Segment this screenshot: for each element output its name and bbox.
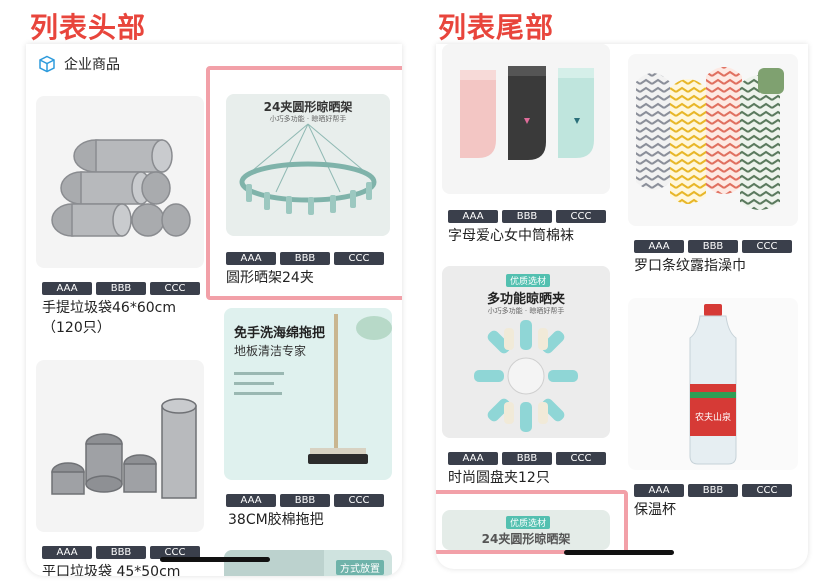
product-image-socks	[442, 44, 610, 194]
tag-row: AAA BBB CCC	[448, 210, 606, 223]
product-title: 38CM胶棉拖把	[228, 512, 324, 528]
tag: CCC	[556, 210, 606, 223]
phone-list-bottom[interactable]: AAA BBB CCC 字母爱心女中筒棉袜 AAA BBB CCC 罗口条纹露指…	[436, 44, 808, 569]
tag-row: AAA BBB CCC	[448, 452, 606, 465]
list-header-label: 列表头部	[30, 11, 147, 44]
bottle-label: 农夫山泉	[695, 411, 731, 423]
product-image-mop: 免手洗海绵拖把 地板清洁专家	[224, 308, 392, 480]
tag: CCC	[334, 494, 384, 507]
tag-row: AAA BBB CCC	[634, 484, 792, 497]
product-card[interactable]: AAA BBB CCC 字母爱心女中筒棉袜	[442, 44, 614, 254]
product-image-water-bottle: 农夫山泉	[628, 298, 798, 470]
product-card[interactable]: AAA BBB CCC 平口垃圾袋 45*50cm	[36, 360, 204, 576]
product-card[interactable]: AAA BBB CCC 罗口条纹露指澡巾	[628, 54, 800, 280]
tag: AAA	[42, 282, 92, 295]
tag: CCC	[334, 252, 384, 265]
tag: BBB	[502, 210, 552, 223]
tag: BBB	[96, 546, 146, 559]
tag: BBB	[280, 494, 330, 507]
product-card[interactable]: 优质选材 多功能晾晒夹 小巧多功能 · 晾晒好帮手 AAA BBB CCC 时尚…	[442, 266, 614, 492]
tag: AAA	[42, 546, 92, 559]
image-caption: 方式放置	[336, 560, 384, 575]
tag: CCC	[150, 282, 200, 295]
category-header: 企业商品	[38, 54, 120, 74]
product-title: 字母爱心女中筒棉袜	[448, 228, 574, 244]
product-title: 罗口条纹露指澡巾	[634, 258, 746, 274]
list-footer-label: 列表尾部	[438, 11, 555, 44]
product-card[interactable]: 免手洗海绵拖把 地板清洁专家 AAA BBB CCC 38CM胶棉拖把	[224, 308, 394, 538]
product-title: 保温杯	[634, 502, 676, 518]
home-indicator[interactable]	[160, 557, 270, 562]
category-title: 企业商品	[64, 57, 120, 73]
tag: AAA	[634, 484, 684, 497]
product-title: 时尚圆盘夹12只	[448, 470, 550, 486]
phone-list-top[interactable]: 企业商品 AAA BBB CCC 手提垃圾袋46*60cm（120只） 24夹圆…	[26, 44, 402, 576]
product-card[interactable]: 优质选材 24夹圆形晾晒架	[442, 510, 612, 550]
tag: CCC	[742, 484, 792, 497]
product-card[interactable]: 农夫山泉 AAA BBB CCC 保温杯	[628, 298, 800, 524]
product-card[interactable]: 方式放置	[224, 550, 392, 576]
tag: BBB	[688, 240, 738, 253]
tag: AAA	[226, 252, 276, 265]
tag-row: AAA BBB CCC	[226, 252, 384, 265]
tag: CCC	[742, 240, 792, 253]
tag-row: AAA BBB CCC	[42, 282, 200, 295]
product-image-partial: 优质选材 24夹圆形晾晒架	[442, 510, 610, 550]
tag: BBB	[280, 252, 330, 265]
tag: AAA	[226, 494, 276, 507]
product-card[interactable]: AAA BBB CCC 手提垃圾袋46*60cm（120只）	[36, 96, 204, 336]
tag: AAA	[448, 210, 498, 223]
product-image-clip-rack: 优质选材 多功能晾晒夹 小巧多功能 · 晾晒好帮手	[442, 266, 610, 438]
tag: CCC	[556, 452, 606, 465]
home-indicator[interactable]	[564, 550, 674, 555]
product-image-trash-bags	[36, 96, 204, 268]
product-title: 圆形晒架24夹	[226, 270, 314, 286]
tag-row: AAA BBB CCC	[226, 494, 384, 507]
image-caption: 24夹圆形晾晒架	[481, 532, 571, 546]
product-card[interactable]: 24夹圆形晾晒架 小巧多功能 · 晾晒好帮手 AAA BBB CCC 圆形晒架2…	[222, 90, 394, 288]
product-image-flat-trash-bags	[36, 360, 204, 532]
product-image-bath-gloves	[628, 54, 798, 226]
tag: AAA	[634, 240, 684, 253]
tag: AAA	[448, 452, 498, 465]
cube-icon	[39, 55, 55, 73]
product-title: 平口垃圾袋 45*50cm	[42, 564, 181, 576]
tag: BBB	[96, 282, 146, 295]
product-image-partial: 方式放置	[224, 550, 392, 576]
product-title: 手提垃圾袋46*60cm（120只）	[42, 300, 176, 336]
image-badge: 优质选材	[506, 516, 551, 529]
product-image-drying-rack: 24夹圆形晾晒架 小巧多功能 · 晾晒好帮手	[226, 94, 390, 236]
tag: BBB	[502, 452, 552, 465]
tag: BBB	[688, 484, 738, 497]
tag-row: AAA BBB CCC	[634, 240, 792, 253]
